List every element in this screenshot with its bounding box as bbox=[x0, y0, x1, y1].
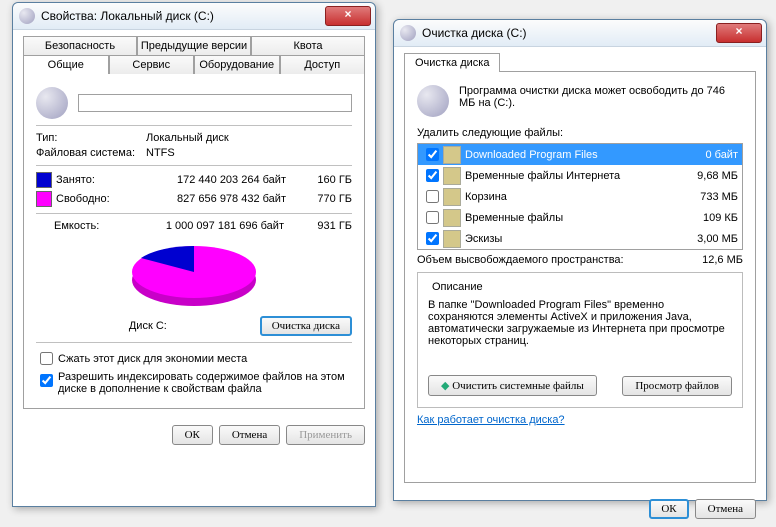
item-name: Временные файлы Интернета bbox=[465, 170, 697, 182]
how-cleanup-works-link[interactable]: Как работает очистка диска? bbox=[417, 414, 565, 426]
cleanup-icon bbox=[400, 25, 416, 41]
file-icon bbox=[443, 167, 461, 185]
item-checkbox[interactable] bbox=[426, 190, 439, 203]
compress-label: Сжать этот диск для экономии места bbox=[58, 353, 247, 365]
list-item[interactable]: Downloaded Program Files0 байт bbox=[418, 144, 742, 165]
free-gb: 770 ГБ bbox=[286, 193, 352, 205]
tab-previous-versions[interactable]: Предыдущие версии bbox=[137, 36, 251, 55]
item-checkbox[interactable] bbox=[426, 211, 439, 224]
titlebar: Свойства: Локальный диск (C:) × bbox=[13, 3, 375, 30]
general-panel: Тип:Локальный диск Файловая система:NTFS… bbox=[23, 73, 365, 409]
used-gb: 160 ГБ bbox=[286, 174, 352, 186]
freed-label: Объем высвобождаемого пространства: bbox=[417, 254, 702, 266]
item-checkbox[interactable] bbox=[426, 232, 439, 245]
list-item[interactable]: Корзина733 МБ bbox=[418, 186, 742, 207]
cancel-button[interactable]: Отмена bbox=[219, 425, 280, 445]
index-label: Разрешить индексировать содержимое файло… bbox=[58, 371, 352, 395]
tab-quota[interactable]: Квота bbox=[251, 36, 365, 55]
apply-button[interactable]: Применить bbox=[286, 425, 365, 445]
free-label: Свободно: bbox=[56, 193, 146, 205]
free-bytes: 827 656 978 432 байт bbox=[146, 193, 286, 205]
usage-pie-chart bbox=[119, 240, 269, 312]
tab-general[interactable]: Общие bbox=[23, 55, 109, 74]
freed-value: 12,6 МБ bbox=[702, 254, 743, 266]
cleanup-window: Очистка диска (C:) × Очистка диска Прогр… bbox=[393, 19, 767, 501]
delete-header: Удалить следующие файлы: bbox=[417, 127, 743, 139]
item-name: Временные файлы bbox=[465, 212, 703, 224]
close-icon[interactable]: × bbox=[716, 23, 762, 43]
drive-large-icon bbox=[36, 87, 68, 119]
tabs-row-2: Общие Сервис Оборудование Доступ bbox=[23, 55, 365, 74]
drive-icon bbox=[19, 8, 35, 24]
ok-button[interactable]: ОК bbox=[172, 425, 213, 445]
item-name: Эскизы bbox=[465, 233, 697, 245]
item-size: 0 байт bbox=[705, 149, 738, 161]
files-list[interactable]: Downloaded Program Files0 байтВременные … bbox=[417, 143, 743, 250]
index-checkbox[interactable] bbox=[40, 374, 53, 387]
tab-cleanup[interactable]: Очистка диска bbox=[404, 53, 500, 72]
drive-label-input[interactable] bbox=[78, 94, 352, 112]
disk-chart-label: Диск C: bbox=[36, 320, 260, 332]
item-name: Корзина bbox=[465, 191, 700, 203]
compress-checkbox[interactable] bbox=[40, 352, 53, 365]
view-files-button[interactable]: Просмотр файлов bbox=[622, 376, 732, 396]
fs-value: NTFS bbox=[146, 147, 175, 159]
capacity-gb: 931 ГБ bbox=[284, 220, 352, 232]
ok-button[interactable]: ОК bbox=[649, 499, 688, 519]
titlebar: Очистка диска (C:) × bbox=[394, 20, 766, 47]
description-header: Описание bbox=[428, 281, 487, 293]
file-icon bbox=[443, 230, 461, 248]
tabs-row-1: Безопасность Предыдущие версии Квота bbox=[23, 36, 365, 55]
tab-hardware[interactable]: Оборудование bbox=[194, 55, 280, 74]
item-size: 3,00 МБ bbox=[697, 233, 738, 245]
summary-text: Программа очистки диска может освободить… bbox=[459, 85, 743, 109]
window-title: Очистка диска (C:) bbox=[422, 26, 716, 40]
capacity-bytes: 1 000 097 181 696 байт bbox=[144, 220, 284, 232]
disk-cleanup-button[interactable]: Очистка диска bbox=[260, 316, 352, 336]
item-size: 733 МБ bbox=[700, 191, 738, 203]
free-swatch bbox=[36, 191, 52, 207]
used-bytes: 172 440 203 264 байт bbox=[146, 174, 286, 186]
file-icon bbox=[443, 209, 461, 227]
item-name: Downloaded Program Files bbox=[465, 149, 705, 161]
item-size: 9,68 МБ bbox=[697, 170, 738, 182]
file-icon bbox=[443, 146, 461, 164]
capacity-label: Емкость: bbox=[54, 220, 144, 232]
file-icon bbox=[443, 188, 461, 206]
cancel-button[interactable]: Отмена bbox=[695, 499, 756, 519]
fs-label: Файловая система: bbox=[36, 147, 146, 159]
item-checkbox[interactable] bbox=[426, 148, 439, 161]
drive-icon bbox=[417, 85, 449, 117]
item-size: 109 КБ bbox=[703, 212, 738, 224]
list-item[interactable]: Временные файлы109 КБ bbox=[418, 207, 742, 228]
properties-window: Свойства: Локальный диск (C:) × Безопасн… bbox=[12, 2, 376, 507]
clean-system-files-button[interactable]: ◆ Очистить системные файлы bbox=[428, 375, 597, 396]
description-text: В папке "Downloaded Program Files" време… bbox=[428, 299, 732, 367]
list-item[interactable]: Временные файлы Интернета9,68 МБ bbox=[418, 165, 742, 186]
description-group: Описание В папке "Downloaded Program Fil… bbox=[417, 272, 743, 408]
tab-sharing[interactable]: Доступ bbox=[280, 55, 366, 74]
item-checkbox[interactable] bbox=[426, 169, 439, 182]
window-title: Свойства: Локальный диск (C:) bbox=[41, 9, 325, 23]
used-swatch bbox=[36, 172, 52, 188]
type-label: Тип: bbox=[36, 132, 146, 144]
close-icon[interactable]: × bbox=[325, 6, 371, 26]
type-value: Локальный диск bbox=[146, 132, 229, 144]
tab-service[interactable]: Сервис bbox=[109, 55, 195, 74]
used-label: Занято: bbox=[56, 174, 146, 186]
list-item[interactable]: Эскизы3,00 МБ bbox=[418, 228, 742, 249]
tab-security[interactable]: Безопасность bbox=[23, 36, 137, 55]
